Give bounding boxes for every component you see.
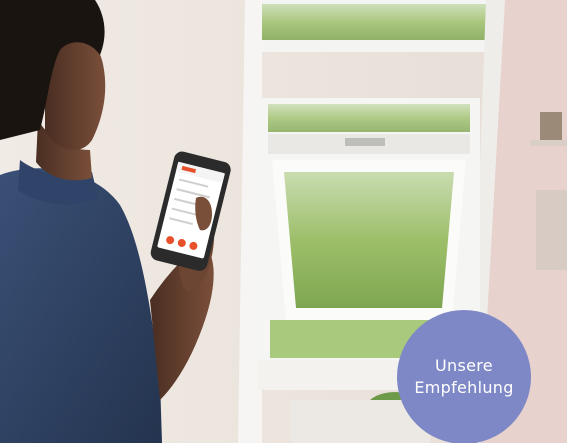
shelf [530,140,567,146]
window-handle [345,138,385,146]
shelf-lower [536,190,567,270]
window-sash-glass [284,172,454,308]
books [540,112,562,140]
upper-window-glass [262,4,486,40]
badge-line-1: Unsere [435,356,493,375]
recommendation-badge: Unsere Empfehlung [397,310,531,443]
window-top-glass [268,104,470,132]
badge-line-2: Empfehlung [414,378,514,397]
hero-photo: Unsere Empfehlung [0,0,567,443]
